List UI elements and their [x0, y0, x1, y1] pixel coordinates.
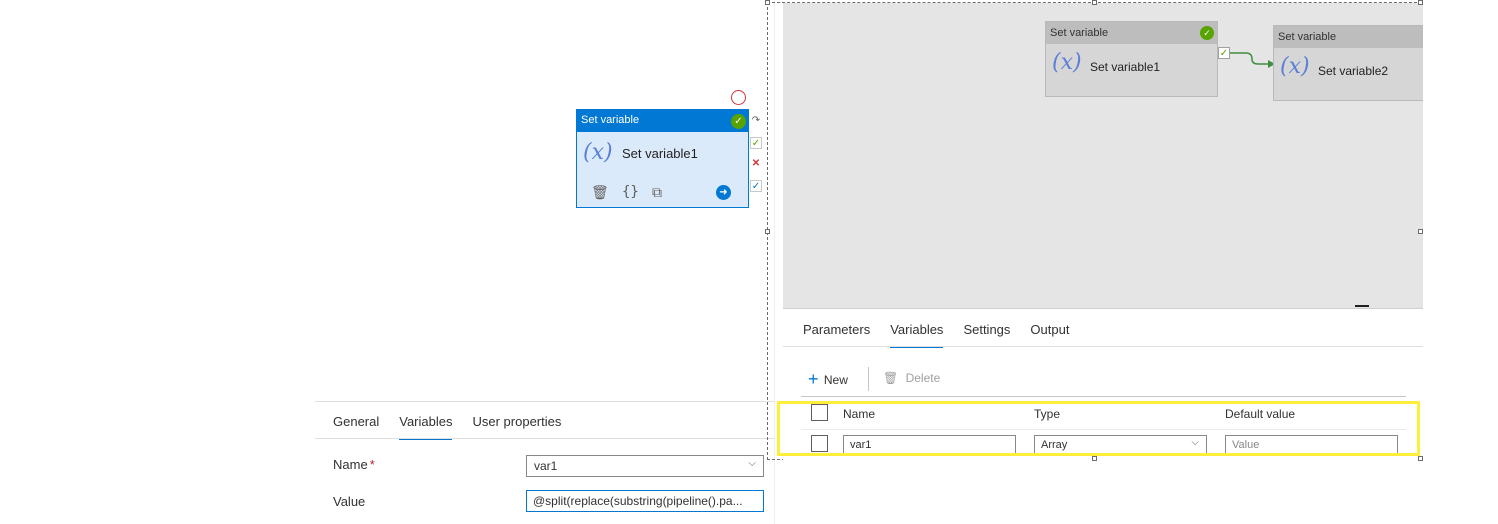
tab-variables[interactable]: Variables: [880, 312, 953, 348]
name-label-text: Name: [333, 457, 368, 472]
node-connector: [1230, 52, 1275, 68]
activity-tools: 🗑 {} ⧉ ➜: [577, 176, 748, 208]
braces-icon[interactable]: {}: [622, 184, 639, 200]
tabs-divider: [783, 346, 1423, 347]
resize-handle[interactable]: [1092, 456, 1097, 461]
variable-fx-icon: (x): [1280, 54, 1310, 79]
toolbar-separator: [868, 367, 869, 391]
copy-icon[interactable]: ⧉: [652, 184, 662, 201]
activity-name: Set variable1: [622, 146, 698, 161]
value-field-label: Value: [333, 494, 366, 509]
properties-divider: [315, 401, 775, 402]
tabs-divider: [315, 438, 775, 439]
node-1-header: Set variable ✓: [1046, 22, 1217, 44]
resize-handle[interactable]: [1092, 0, 1097, 5]
completion-port-icon[interactable]: ✓: [750, 180, 762, 192]
variable-fx-icon: (x): [1052, 50, 1082, 75]
resize-handle[interactable]: [1418, 229, 1423, 234]
right-tabs: Parameters Variables Settings Output: [793, 312, 1079, 348]
delete-variable-button[interactable]: 🗑 Delete: [883, 371, 940, 385]
activity-body: (x) Set variable1: [577, 132, 748, 176]
resize-handle[interactable]: [765, 0, 770, 5]
highlight-box: [777, 401, 1420, 456]
success-port-icon[interactable]: ✓: [750, 137, 762, 149]
name-select-value: var1: [534, 459, 558, 473]
resize-handle[interactable]: [1418, 456, 1423, 461]
toolbar-divider: [801, 396, 1406, 397]
required-mark: *: [369, 457, 375, 472]
left-pipeline-pane: Set variable ✓ (x) Set variable1 🗑 {} ⧉ …: [0, 0, 775, 524]
activity-type-label: Set variable: [581, 114, 640, 126]
tab-general[interactable]: General: [323, 404, 389, 440]
tab-variables[interactable]: Variables: [389, 404, 462, 440]
delete-label: Delete: [905, 371, 941, 385]
node-2-header: Set variable: [1274, 26, 1423, 48]
check-circle-icon: ✓: [731, 114, 746, 129]
value-input[interactable]: @split(replace(substring(pipeline().pa..…: [526, 490, 764, 512]
tab-settings[interactable]: Settings: [953, 312, 1020, 348]
name-field-label: Name *: [333, 457, 375, 472]
failure-port-icon[interactable]: ✕: [750, 158, 762, 170]
trash-icon: 🗑: [883, 371, 899, 385]
tab-output[interactable]: Output: [1020, 312, 1079, 348]
set-variable-activity[interactable]: Set variable ✓ (x) Set variable1 🗑 {} ⧉ …: [576, 109, 749, 208]
left-tabs: General Variables User properties: [323, 404, 571, 440]
skip-port-icon[interactable]: ↷: [750, 115, 762, 127]
right-pipeline-pane: Set variable ✓ (x) Set variable1 ✓ Set v…: [765, 0, 1423, 461]
new-label: New: [823, 372, 848, 387]
minimize-icon[interactable]: [1355, 305, 1369, 307]
node-2-name: Set variable2: [1318, 64, 1389, 78]
chevron-down-icon: ⌵: [748, 458, 756, 469]
pipeline-canvas[interactable]: Set variable ✓ (x) Set variable1 ✓ Set v…: [783, 3, 1423, 308]
tab-parameters[interactable]: Parameters: [793, 312, 880, 348]
tab-user-properties[interactable]: User properties: [462, 404, 571, 440]
resize-handle[interactable]: [1418, 0, 1423, 5]
success-port-icon[interactable]: ✓: [1218, 47, 1230, 59]
activity-header: Set variable ✓: [577, 110, 748, 132]
status-ring-icon: [731, 90, 746, 105]
node-1-name: Set variable1: [1090, 60, 1161, 74]
set-variable-node-2[interactable]: Set variable (x) Set variable2: [1273, 25, 1423, 101]
name-select[interactable]: var1 ⌵: [526, 455, 764, 477]
arrow-right-icon[interactable]: ➜: [716, 185, 731, 200]
new-variable-button[interactable]: + New: [808, 369, 848, 390]
plus-icon: +: [808, 369, 819, 389]
resize-handle[interactable]: [765, 229, 770, 234]
trash-icon[interactable]: 🗑: [591, 184, 609, 201]
node-2-type: Set variable: [1278, 31, 1337, 43]
set-variable-node-1[interactable]: Set variable ✓ (x) Set variable1: [1045, 21, 1218, 97]
variable-fx-icon: (x): [583, 140, 613, 165]
node-1-type: Set variable: [1050, 27, 1109, 39]
check-circle-icon: ✓: [1200, 26, 1214, 40]
